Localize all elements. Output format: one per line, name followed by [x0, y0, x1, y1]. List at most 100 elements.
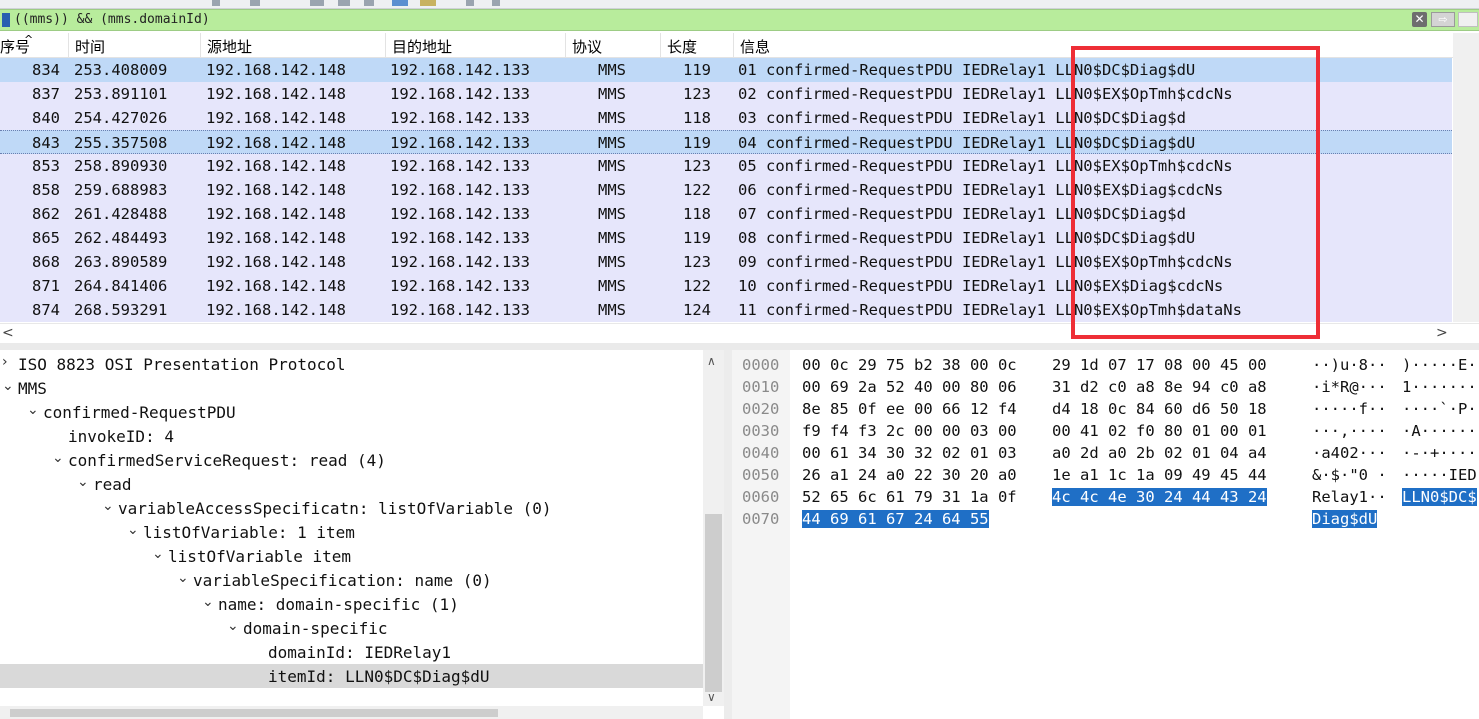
toolbar-icon[interactable]	[310, 0, 324, 6]
column-header-destination[interactable]: 目的地址	[392, 36, 452, 57]
packet-length: 118	[683, 205, 711, 223]
column-header-time[interactable]: 时间	[75, 36, 105, 57]
packet-number: 871	[32, 277, 60, 295]
ascii-bytes[interactable]: ···,····	[1312, 422, 1387, 440]
details-vertical-scrollbar[interactable]: ∧ ∨	[703, 350, 724, 706]
tree-item[interactable]: invokeID: 4	[0, 424, 703, 448]
ascii-bytes[interactable]: ·····f··	[1312, 400, 1387, 418]
packet-protocol: MMS	[598, 181, 626, 199]
clear-filter-icon[interactable]: ✕	[1412, 12, 1427, 27]
ascii-bytes[interactable]: ·i*R@···	[1312, 378, 1387, 396]
tree-item[interactable]: ⌄ name: domain-specific (1)	[0, 592, 703, 616]
filter-dropdown-button[interactable]	[1458, 12, 1478, 27]
tree-item[interactable]: ⌄ confirmed-RequestPDU	[0, 400, 703, 424]
display-filter-bar[interactable]: ((mms)) && (mms.domainId) ✕ ⇨	[0, 9, 1479, 31]
pane-splitter[interactable]	[0, 343, 1479, 350]
packet-time: 258.890930	[74, 157, 168, 175]
toolbar-icon[interactable]	[338, 0, 350, 6]
tree-item[interactable]: ⌄ variableSpecification: name (0)	[0, 568, 703, 592]
hex-bytes[interactable]: 26 a1 24 a0 22 30 20 a0	[802, 466, 1017, 484]
toolbar-icon[interactable]	[420, 0, 436, 6]
tree-item-label: MMS	[18, 379, 47, 398]
column-header-length[interactable]: 长度	[667, 36, 697, 57]
ascii-bytes[interactable]: LLN0$DC$	[1402, 488, 1477, 506]
apply-filter-icon[interactable]: ⇨	[1431, 12, 1455, 27]
hex-bytes[interactable]: 29 1d 07 17 08 00 45 00	[1052, 356, 1267, 374]
tree-item-label: itemId: LLN0$DC$Diag$dU	[268, 667, 490, 686]
toolbar-icon[interactable]	[492, 0, 500, 6]
collapse-arrow-icon[interactable]: ⌄	[202, 594, 214, 610]
scroll-left-icon[interactable]: <	[2, 325, 14, 341]
hex-bytes[interactable]: f9 f4 f3 2c 00 00 03 00	[802, 422, 1017, 440]
tree-item[interactable]: itemId: LLN0$DC$Diag$dU	[0, 664, 703, 688]
tree-item-label: read	[93, 475, 132, 494]
collapse-arrow-icon[interactable]: ⌄	[52, 450, 64, 466]
tree-item[interactable]: ⌄ confirmedServiceRequest: read (4)	[0, 448, 703, 472]
display-filter-input[interactable]: ((mms)) && (mms.domainId)	[14, 12, 210, 27]
tree-item[interactable]: ⌄ listOfVariable: 1 item	[0, 520, 703, 544]
packet-length: 119	[683, 229, 711, 247]
ascii-bytes[interactable]: 1·······	[1402, 378, 1477, 396]
collapse-arrow-icon[interactable]: ⌄	[2, 378, 14, 394]
collapse-arrow-icon[interactable]: ⌄	[102, 498, 114, 514]
toolbar-icon[interactable]	[466, 0, 474, 6]
scroll-right-icon[interactable]: >	[1436, 325, 1448, 341]
packet-length: 119	[683, 61, 711, 79]
tree-item[interactable]: ⌄ variableAccessSpecificatn: listOfVariab…	[0, 496, 703, 520]
column-header-source[interactable]: 源地址	[207, 36, 252, 57]
collapse-arrow-icon[interactable]: ⌄	[227, 618, 239, 634]
details-horizontal-scrollbar[interactable]	[0, 706, 703, 719]
ascii-bytes[interactable]: ··)u·8··	[1312, 356, 1387, 374]
hex-bytes[interactable]: 00 61 34 30 32 02 01 03	[802, 444, 1017, 462]
ascii-bytes[interactable]: &·$·"0 ·	[1312, 466, 1387, 484]
vertical-splitter[interactable]	[724, 350, 732, 719]
ascii-bytes[interactable]: )·····E·	[1402, 356, 1477, 374]
ascii-bytes[interactable]: Diag$dU	[1312, 510, 1378, 528]
hex-bytes[interactable]: 00 0c 29 75 b2 38 00 0c	[802, 356, 1017, 374]
tree-item[interactable]: › ISO 8823 OSI Presentation Protocol	[0, 352, 703, 376]
packet-list-vertical-scrollbar[interactable]	[1453, 33, 1479, 322]
column-header-info[interactable]: 信息	[740, 36, 770, 57]
collapse-arrow-icon[interactable]: ⌄	[77, 474, 89, 490]
toolbar-icon[interactable]	[250, 0, 260, 6]
hex-bytes[interactable]: 4c 4c 4e 30 24 44 43 24	[1052, 488, 1267, 506]
hex-bytes[interactable]: 1e a1 1c 1a 09 49 45 44	[1052, 466, 1267, 484]
tree-item[interactable]: ⌄ domain-specific	[0, 616, 703, 640]
toolbar-icon[interactable]	[392, 0, 408, 6]
ascii-bytes[interactable]: ·-·+····	[1402, 444, 1477, 462]
hex-bytes[interactable]: 00 69 2a 52 40 00 80 06	[802, 378, 1017, 396]
hex-bytes[interactable]: 31 d2 c0 a8 8e 94 c0 a8	[1052, 378, 1267, 396]
packet-number: 853	[32, 157, 60, 175]
hex-bytes[interactable]: 52 65 6c 61 79 31 1a 0f	[802, 488, 1017, 506]
scroll-up-icon[interactable]: ∧	[707, 354, 716, 368]
scrollbar-thumb[interactable]	[705, 514, 722, 692]
toolbar-icon[interactable]	[212, 0, 220, 6]
collapse-arrow-icon[interactable]: ⌄	[177, 570, 189, 586]
hex-bytes[interactable]: a0 2d a0 2b 02 01 04 a4	[1052, 444, 1267, 462]
ascii-bytes[interactable]: Relay1··	[1312, 488, 1387, 506]
hex-bytes[interactable]: d4 18 0c 84 60 d6 50 18	[1052, 400, 1267, 418]
toolbar-icon[interactable]	[364, 0, 374, 6]
collapse-arrow-icon[interactable]: ⌄	[127, 522, 139, 538]
bookmark-icon[interactable]	[2, 13, 10, 27]
ascii-bytes[interactable]: ····`·P·	[1402, 400, 1477, 418]
column-header-protocol[interactable]: 协议	[572, 36, 602, 57]
collapse-arrow-icon[interactable]: ⌄	[152, 546, 164, 562]
packet-number: 843	[32, 134, 60, 152]
hex-bytes[interactable]: 00 41 02 f0 80 01 00 01	[1052, 422, 1267, 440]
packet-time: 259.688983	[74, 181, 168, 199]
ascii-bytes[interactable]: ·····IED	[1402, 466, 1477, 484]
hex-bytes[interactable]: 44 69 61 67 24 64 55	[802, 510, 989, 528]
expand-arrow-icon[interactable]: ›	[2, 354, 8, 370]
scroll-down-icon[interactable]: ∨	[707, 690, 716, 704]
tree-item[interactable]: ⌄ read	[0, 472, 703, 496]
collapse-arrow-icon[interactable]: ⌄	[27, 402, 39, 418]
ascii-bytes[interactable]: ·a402···	[1312, 444, 1387, 462]
scrollbar-thumb[interactable]	[10, 709, 498, 717]
ascii-bytes[interactable]: ·A······	[1402, 422, 1477, 440]
tree-item[interactable]: ⌄ listOfVariable item	[0, 544, 703, 568]
tree-item[interactable]: domainId: IEDRelay1	[0, 640, 703, 664]
tree-item[interactable]: ⌄ MMS	[0, 376, 703, 400]
hex-bytes[interactable]: 8e 85 0f ee 00 66 12 f4	[802, 400, 1017, 418]
bytes-row: 0030 f9 f4 f3 2c 00 00 03 00 00 41 02 f0 8…	[732, 420, 1479, 442]
